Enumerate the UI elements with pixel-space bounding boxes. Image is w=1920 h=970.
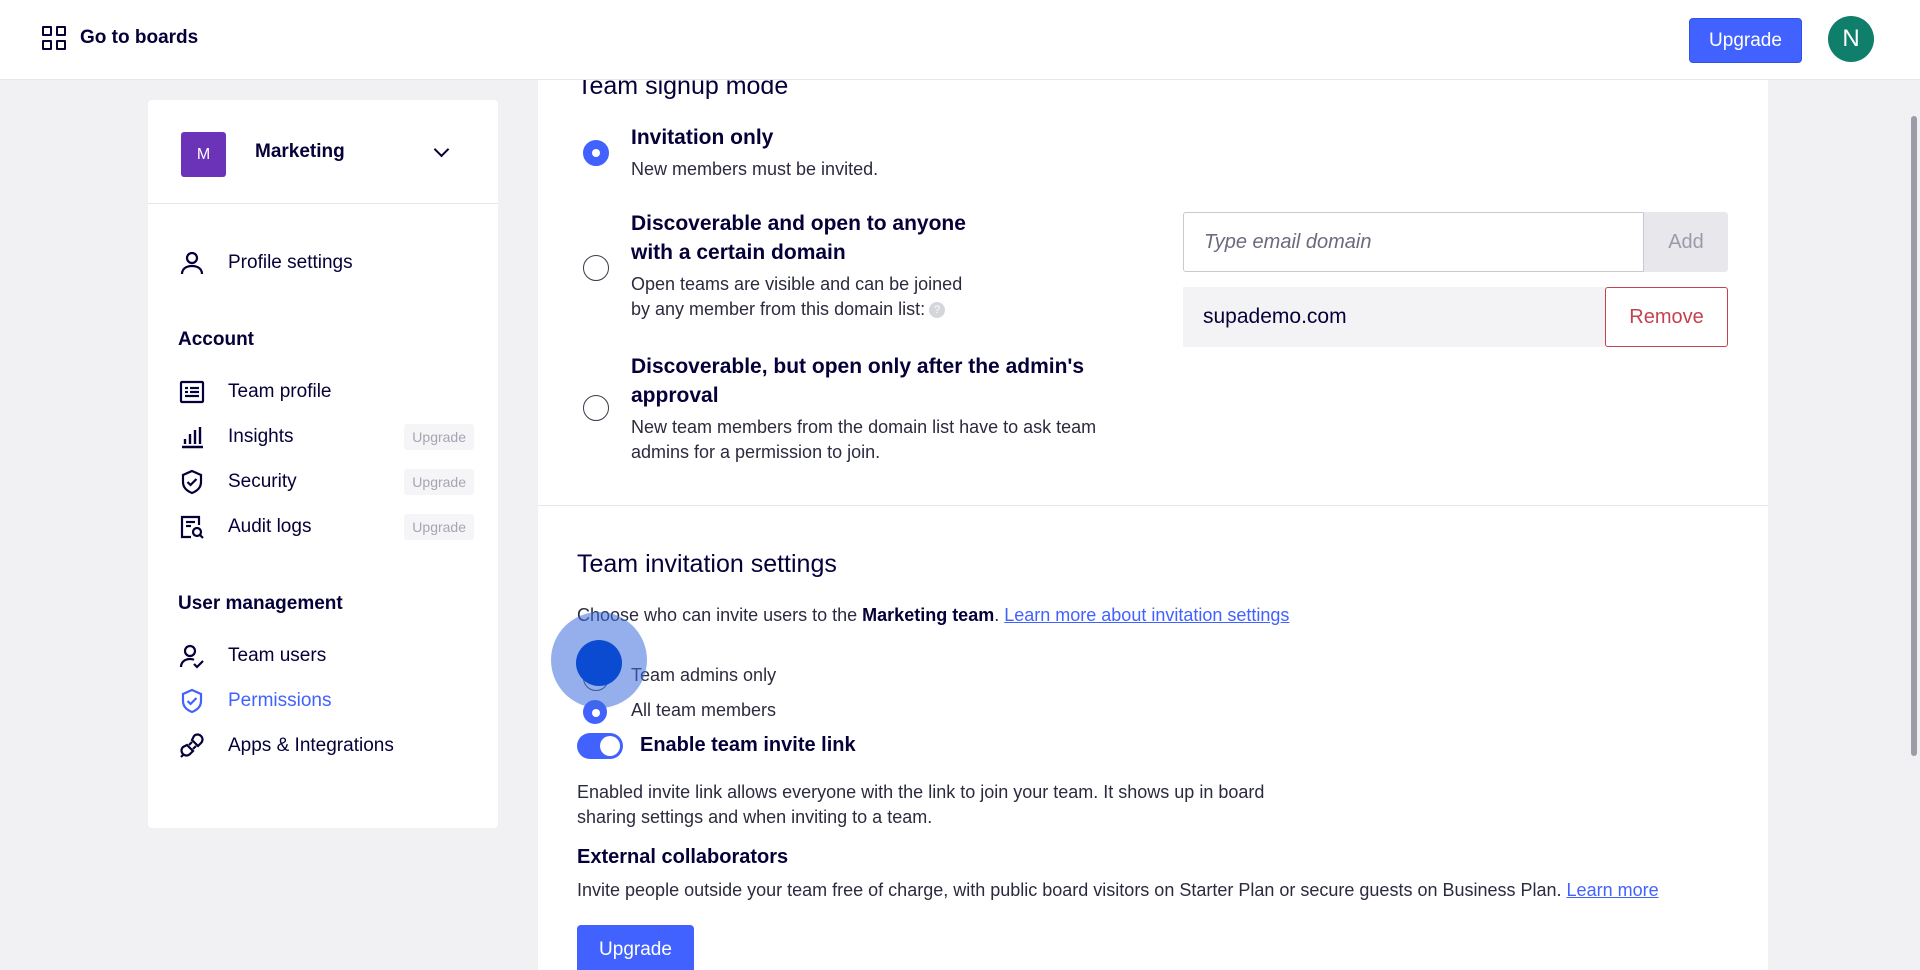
main-panel: Team signup mode Invitation only New mem… [538,60,1768,970]
help-icon[interactable]: ? [929,302,946,319]
option-desc: New team members from the domain list ha… [631,415,1096,465]
sidebar-item-permissions[interactable]: Permissions [178,683,474,719]
option-desc-line: by any member from this domain list: [631,299,926,319]
sidebar-item-apps-integrations[interactable]: Apps & Integrations [178,728,474,764]
learn-more-invitation-link[interactable]: Learn more about invitation settings [1004,605,1289,625]
team-logo: M [181,132,226,177]
sidebar-item-insights[interactable]: Insights Upgrade [178,419,474,455]
domain-list-item: supademo.com [1183,287,1610,347]
option-label: All team members [631,700,777,720]
add-domain-button[interactable]: Add [1644,212,1728,272]
chevron-down-icon [433,141,450,158]
radio-invitation-only[interactable] [583,140,609,166]
intro-text: . [994,605,1005,625]
scrollbar[interactable] [1908,80,1920,970]
upgrade-button[interactable]: Upgrade [1689,18,1802,63]
sidebar-item-label: Team profile [228,381,332,402]
intro-team-name: Marketing team [862,605,995,625]
upgrade-external-button[interactable]: Upgrade [577,925,694,970]
external-collaborators-title: External collaborators [577,846,789,868]
desc-line: Enabled invite link allows everyone with… [577,782,1265,802]
option-desc: New members must be invited. [631,159,879,179]
sidebar-item-profile-settings[interactable]: Profile settings [178,245,474,281]
sidebar-item-label: Apps & Integrations [228,735,394,756]
sidebar-item-label: Profile settings [228,252,353,273]
option-desc: Open teams are visible and can be joined… [631,272,962,322]
go-to-boards-link[interactable]: Go to boards [42,26,198,50]
option-label: Team admins only [631,665,777,685]
desc-text: Invite people outside your team free of … [577,880,1567,900]
radio-discoverable-domain[interactable] [583,255,609,281]
profile-card-icon [178,378,206,406]
sidebar-item-audit-logs[interactable]: Audit logs Upgrade [178,509,474,545]
option-title-line: approval [631,384,719,407]
shield-check-icon [178,687,206,715]
audit-icon [178,513,206,541]
user-management-heading: User management [178,593,343,614]
shield-icon [178,468,206,496]
sidebar-item-label: Team users [228,645,327,666]
option-title: Discoverable and open to anyone with a c… [631,209,966,267]
team-name: Marketing [255,141,345,162]
sidebar-item-security[interactable]: Security Upgrade [178,464,474,500]
team-switcher[interactable]: M Marketing [148,100,498,204]
grid-icon [42,26,66,50]
invitation-intro: Choose who can invite users to the Marke… [577,603,1289,628]
insights-icon [178,423,206,451]
option-title-line: with a certain domain [631,241,846,264]
upgrade-badge[interactable]: Upgrade [404,469,474,495]
option-desc-line: New team members from the domain list ha… [631,417,1097,437]
user-icon [178,249,206,277]
sidebar-item-label: Permissions [228,690,332,711]
option-desc-line: admins for a permission to join. [631,442,881,462]
option-desc-line: Open teams are visible and can be joined [631,274,963,294]
sidebar-item-label: Security [228,471,297,492]
section-divider [538,505,1768,506]
invitation-settings-title: Team invitation settings [577,550,837,578]
option-title-line: Discoverable and open to anyone [631,212,966,235]
intro-text: Choose who can invite users to the [577,605,863,625]
sidebar-item-label: Insights [228,426,294,447]
remove-domain-button[interactable]: Remove [1605,287,1728,347]
radio-team-admins-only[interactable] [583,665,609,691]
invite-link-toggle[interactable] [577,733,623,759]
invite-link-label: Enable team invite link [640,734,856,756]
radio-discoverable-approval[interactable] [583,395,609,421]
option-title: Discoverable, but open only after the ad… [631,352,1084,410]
plug-icon [178,732,206,760]
go-to-boards-label: Go to boards [80,27,199,48]
external-collaborators-desc: Invite people outside your team free of … [577,878,1659,903]
sidebar: M Marketing Profile settings Account Tea… [148,100,498,828]
desc-line: sharing settings and when inviting to a … [577,807,933,827]
sidebar-item-team-users[interactable]: Team users [178,638,474,674]
user-check-icon [178,642,206,670]
account-heading: Account [178,329,254,350]
upgrade-badge[interactable]: Upgrade [404,514,474,540]
learn-more-link[interactable]: Learn more [1567,880,1659,900]
email-domain-input[interactable] [1183,212,1644,272]
upgrade-badge[interactable]: Upgrade [404,424,474,450]
top-bar: Go to boards Upgrade N [0,0,1920,80]
scrollbar-thumb[interactable] [1911,116,1917,756]
option-title-line: Discoverable, but open only after the ad… [631,355,1085,378]
invite-link-desc: Enabled invite link allows everyone with… [577,780,1264,830]
sidebar-item-label: Audit logs [228,516,312,537]
avatar[interactable]: N [1828,16,1874,62]
option-title: Invitation only [631,126,774,149]
sidebar-item-team-profile[interactable]: Team profile [178,374,474,410]
radio-all-team-members[interactable] [583,700,607,724]
